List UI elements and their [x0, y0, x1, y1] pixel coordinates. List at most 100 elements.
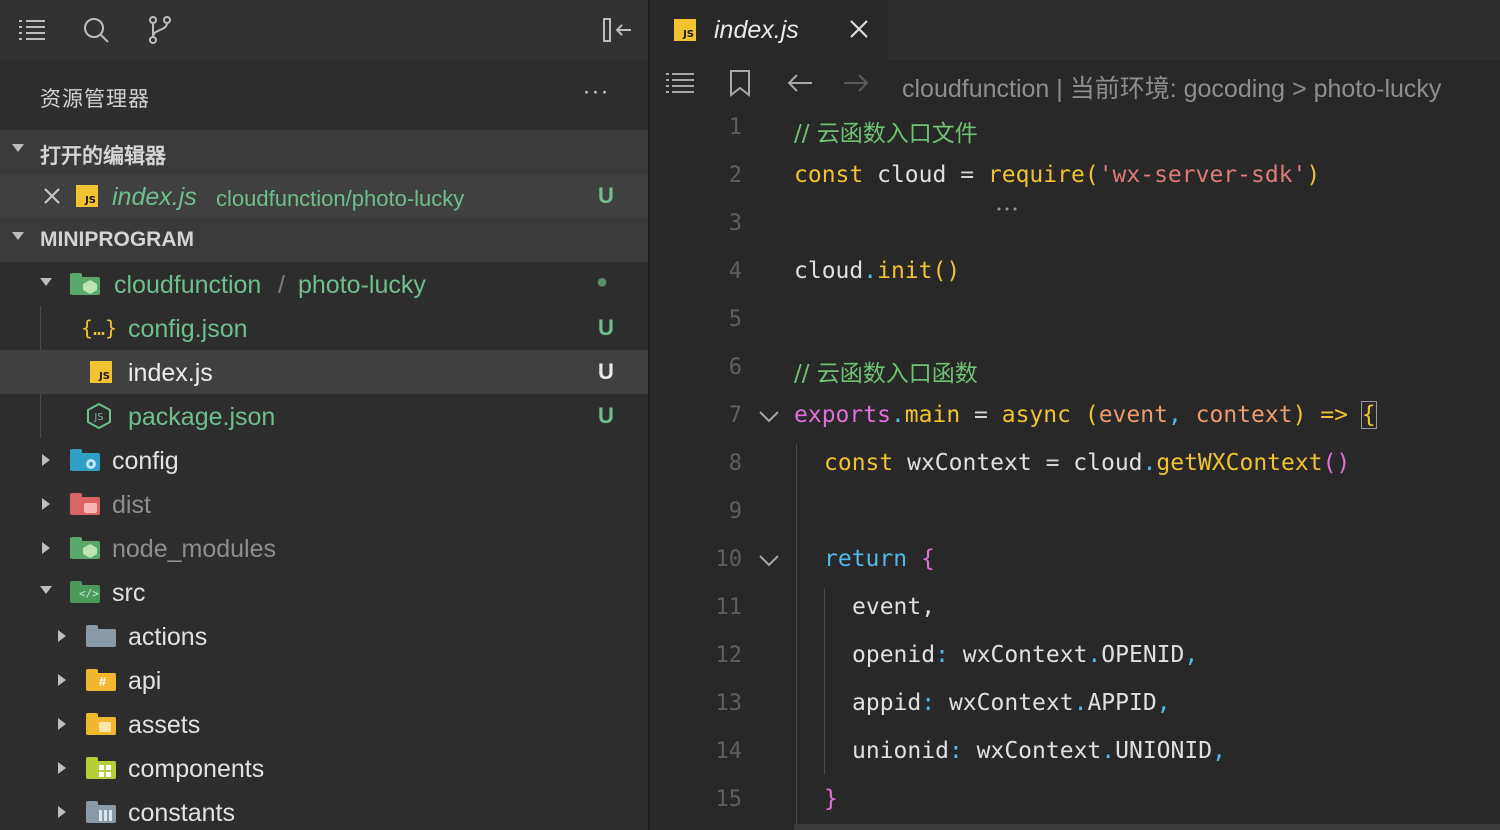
- sidebar-toolbar: [0, 0, 648, 60]
- tree-item-src[interactable]: </> src: [0, 570, 648, 614]
- close-icon[interactable]: [42, 186, 62, 206]
- close-icon[interactable]: [846, 16, 872, 42]
- explorer-title: 资源管理器: [40, 88, 150, 111]
- untracked-badge: U: [598, 315, 614, 340]
- open-editor-item-index-js[interactable]: JS index.js cloudfunction/photo-lucky U: [0, 174, 648, 218]
- tree-item-components[interactable]: components: [0, 746, 648, 790]
- tree-item-node-modules[interactable]: node_modules: [0, 526, 648, 570]
- tree-item-config-json[interactable]: {…} config.json U: [0, 306, 648, 350]
- line-number: 11: [715, 595, 743, 620]
- node-icon: JS: [84, 403, 114, 429]
- untracked-badge: U: [598, 359, 614, 384]
- fold-chevron-icon[interactable]: [758, 404, 780, 430]
- folder-icon: [86, 623, 116, 649]
- tree-item-dist[interactable]: dist: [0, 482, 648, 526]
- components-folder-icon: [86, 755, 116, 781]
- fold-chevron-icon[interactable]: [758, 548, 780, 574]
- tree-item-index-js[interactable]: JS index.js U: [0, 350, 648, 394]
- line-number: 14: [715, 739, 743, 764]
- line-number: 2: [728, 163, 742, 188]
- tree-item-config[interactable]: config: [0, 438, 648, 482]
- open-editor-filename: index.js: [112, 183, 197, 211]
- tab-index-js[interactable]: JS index.js: [650, 0, 888, 60]
- code-line-7: exports.main = async (event, context) =>…: [794, 401, 1377, 429]
- line-number: 15: [715, 787, 743, 812]
- src-folder-icon: </>: [70, 579, 100, 605]
- tree-item-assets[interactable]: assets: [0, 702, 648, 746]
- chevron-down-icon: [40, 278, 52, 286]
- line-number: 6: [728, 355, 742, 380]
- api-folder-icon: #: [86, 667, 116, 693]
- svg-text:JS: JS: [93, 412, 103, 423]
- editor-tabbar: JS index.js: [650, 0, 1500, 60]
- line-number: 4: [728, 259, 742, 284]
- line-number: 7: [728, 403, 742, 428]
- code-line-6: // 云函数入口函数: [794, 361, 978, 387]
- chevron-right-icon: [58, 762, 66, 774]
- line-number: 13: [715, 691, 743, 716]
- search-icon[interactable]: [78, 12, 114, 48]
- line-number: 8: [728, 451, 742, 476]
- code-line-4: cloud.init(): [794, 258, 961, 284]
- chevron-right-icon: [58, 806, 66, 818]
- horizontal-scrollbar[interactable]: [794, 824, 1500, 830]
- editor-toolbar: cloudfunction | 当前环境: gocoding > photo-l…: [650, 60, 1500, 106]
- code-line-11: event,: [852, 594, 936, 620]
- dist-folder-icon: [70, 491, 100, 517]
- line-number: 10: [715, 547, 743, 572]
- forward-arrow-icon[interactable]: [840, 68, 872, 98]
- more-actions-button[interactable]: ···: [580, 74, 612, 114]
- line-number: 12: [715, 643, 743, 668]
- back-arrow-icon[interactable]: [784, 68, 816, 98]
- code-editor[interactable]: 1 2 3 4 5 6 7 8 9 10 11 12 13 14 15 // 云…: [650, 106, 1500, 830]
- assets-folder-icon: [86, 711, 116, 737]
- tree-item-api[interactable]: # api: [0, 658, 648, 702]
- line-number: 3: [728, 211, 742, 236]
- collapse-sidebar-icon[interactable]: [600, 12, 636, 48]
- code-line-13: appid: wxContext.APPID,: [852, 690, 1171, 716]
- code-line-1: // 云函数入口文件: [794, 121, 978, 147]
- line-number: 5: [728, 307, 742, 332]
- untracked-badge: U: [598, 403, 614, 428]
- chevron-right-icon: [42, 498, 50, 510]
- code-line-10: return {: [824, 546, 935, 572]
- project-header[interactable]: MINIPROGRAM: [0, 218, 648, 262]
- code-line-12: openid: wxContext.OPENID,: [852, 642, 1199, 668]
- open-editor-path: cloudfunction/photo-lucky: [216, 186, 465, 211]
- source-control-icon[interactable]: [142, 12, 178, 48]
- chevron-down-icon: [12, 144, 24, 152]
- tab-title: index.js: [714, 16, 799, 44]
- js-file-icon: JS: [86, 359, 116, 385]
- outline-list-icon[interactable]: [14, 12, 50, 48]
- constants-folder-icon: [86, 799, 116, 825]
- cloud-folder-icon: [70, 271, 100, 297]
- tree-item-actions[interactable]: actions: [0, 614, 648, 658]
- tree-item-package-json[interactable]: JS package.json U: [0, 394, 648, 438]
- untracked-badge: U: [598, 183, 614, 208]
- open-editors-header[interactable]: 打开的编辑器: [0, 130, 648, 174]
- code-line-14: unionid: wxContext.UNIONID,: [852, 738, 1226, 764]
- line-number: 1: [728, 115, 742, 140]
- chevron-right-icon: [58, 674, 66, 686]
- chevron-right-icon: [42, 454, 50, 466]
- node-folder-icon: [70, 535, 100, 561]
- tree-item-constants[interactable]: constants: [0, 790, 648, 830]
- line-number: 9: [728, 499, 742, 524]
- indent-guide: [824, 588, 825, 774]
- chevron-right-icon: [42, 542, 50, 554]
- json-icon: {…}: [80, 316, 118, 340]
- breadcrumb[interactable]: cloudfunction | 当前环境: gocoding > photo-l…: [902, 69, 1441, 105]
- config-folder-icon: [70, 447, 100, 473]
- modified-dot: ●: [596, 271, 609, 293]
- ide-window: 资源管理器 ··· 打开的编辑器 JS index.js cloudfuncti…: [0, 0, 1500, 830]
- indent-guide: [796, 444, 797, 828]
- code-line-8: const wxContext = cloud.getWXContext(): [824, 450, 1351, 476]
- outline-list-icon[interactable]: [664, 68, 696, 98]
- bookmark-icon[interactable]: [724, 68, 756, 98]
- code-line-15: }: [824, 786, 838, 812]
- code-line-2: const cloud = require('wx-server-sdk'): [794, 162, 1321, 188]
- js-file-icon: JS: [674, 19, 696, 41]
- chevron-down-icon: [40, 586, 52, 594]
- hint-dots[interactable]: [996, 191, 1018, 211]
- tree-item-cloudfunction[interactable]: cloudfunction / photo-lucky ●: [0, 262, 648, 306]
